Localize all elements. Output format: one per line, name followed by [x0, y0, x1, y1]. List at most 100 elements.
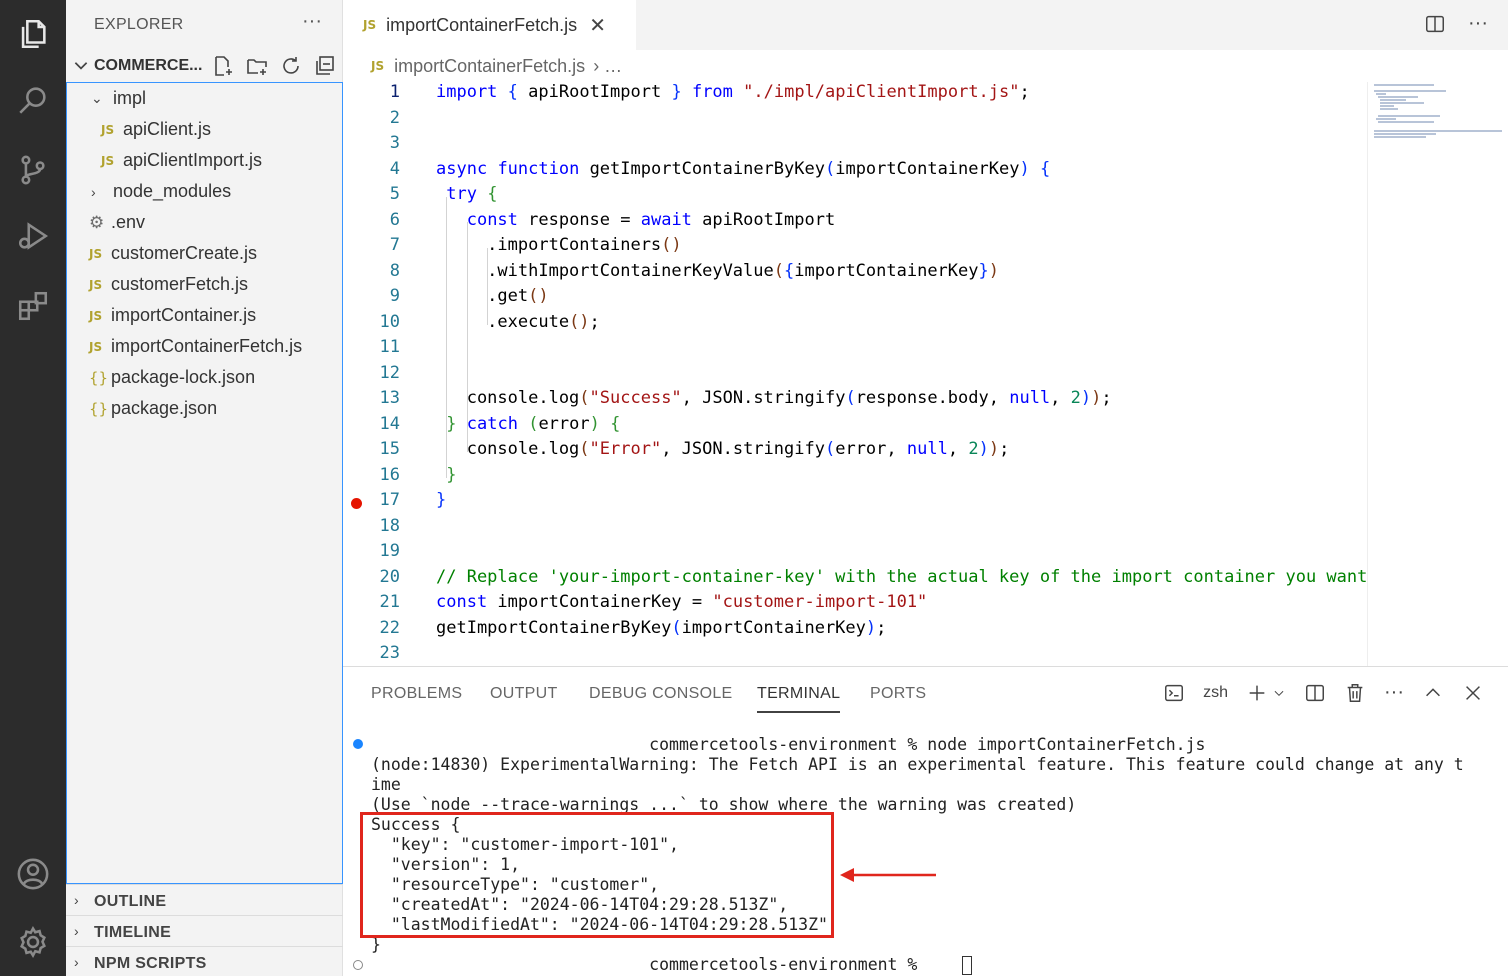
new-file-icon[interactable] — [211, 54, 235, 78]
search-icon[interactable] — [13, 80, 53, 120]
tree-item-apiclientimport[interactable]: JS apiClientImport.js — [67, 145, 342, 176]
tree-folder-impl[interactable]: ⌄ impl — [67, 83, 342, 114]
terminal-prompt[interactable]: commercetools-environment % — [371, 955, 1491, 975]
collapse-all-icon[interactable] — [313, 54, 337, 78]
more-actions-icon[interactable]: ··· — [1384, 681, 1404, 704]
activity-bar — [0, 0, 66, 976]
code-line: 22 getImportContainerByKey(importContaine… — [379, 617, 887, 638]
file-tree: ⌄ impl JS apiClient.js JS apiClientImpor… — [66, 82, 343, 884]
tab-output[interactable]: OUTPUT — [490, 685, 558, 703]
js-file-icon: JS — [89, 277, 103, 292]
code-line: 7 .importContainers() — [389, 235, 682, 255]
run-debug-icon[interactable] — [13, 216, 53, 256]
tree-item-package-lock[interactable]: {} package-lock.json — [67, 362, 342, 393]
shell-label[interactable]: zsh — [1203, 684, 1228, 702]
editor-tab-bar: JS importContainerFetch.js ✕ ··· — [343, 0, 1508, 50]
tree-item-label: package-lock.json — [111, 367, 256, 387]
code-line: 19 — [379, 541, 400, 561]
new-terminal-icon[interactable] — [1246, 682, 1268, 704]
tree-item-customercreate[interactable]: JS customerCreate.js — [67, 238, 342, 269]
code-line: 21 const importContainerKey = "customer-i… — [379, 592, 928, 612]
trash-icon[interactable] — [1344, 682, 1366, 704]
extensions-icon[interactable] — [13, 286, 53, 326]
workspace-folder-header[interactable]: COMMERCE... — [66, 50, 343, 82]
settings-file-icon: ⚙ — [89, 212, 105, 233]
code-line: 3 — [389, 133, 400, 153]
close-icon[interactable]: ✕ — [589, 13, 606, 38]
split-terminal-icon[interactable] — [1304, 682, 1326, 704]
terminal-line: ime — [371, 775, 401, 794]
code-line: 6 const response = await apiRootImport — [389, 209, 836, 230]
timeline-section[interactable]: › TIMELINE — [66, 915, 343, 946]
chevron-right-icon: › — [74, 923, 79, 939]
tree-item-label: customerFetch.js — [111, 274, 249, 294]
code-line: 1 import { apiRootImport } from "./impl/a… — [389, 82, 1030, 102]
command-pending-dot-icon — [353, 960, 363, 970]
js-file-icon: JS — [89, 308, 103, 323]
explorer-more-icon[interactable]: ··· — [302, 10, 322, 33]
new-folder-icon[interactable] — [245, 54, 269, 78]
explorer-title: EXPLORER — [94, 16, 184, 33]
code-line: 17} — [343, 490, 1367, 516]
chevron-up-icon[interactable] — [1422, 682, 1444, 704]
tree-item-importcontainerfetch[interactable]: JS importContainerFetch.js — [67, 331, 342, 362]
refresh-icon[interactable] — [279, 54, 303, 78]
outline-section[interactable]: › OUTLINE — [66, 884, 343, 915]
chevron-right-icon: › — [91, 183, 96, 200]
chevron-down-icon[interactable] — [1272, 682, 1286, 704]
breadcrumb-file[interactable]: importContainerFetch.js — [394, 56, 585, 77]
code-line: 13 console.log("Success", JSON.stringify… — [379, 388, 1112, 408]
js-file-icon: JS — [371, 59, 385, 73]
highlight-box — [360, 812, 834, 938]
tab-terminal[interactable]: TERMINAL — [757, 685, 841, 713]
chevron-right-icon: › — [74, 954, 79, 970]
tree-item-apiclient[interactable]: JS apiClient.js — [67, 114, 342, 145]
tree-item-label: impl — [113, 88, 147, 108]
code-line: 14 } catch (error) { — [379, 413, 621, 434]
code-line: 12 — [379, 362, 400, 383]
tree-item-importcontainer[interactable]: JS importContainer.js — [67, 300, 342, 331]
code-editor[interactable]: 1 import { apiRootImport } from "./impl/a… — [343, 82, 1367, 666]
tab-importcontainerfetch[interactable]: JS importContainerFetch.js ✕ — [343, 0, 636, 50]
tab-debug-console[interactable]: DEBUG CONSOLE — [589, 685, 733, 703]
js-file-icon: JS — [89, 339, 103, 354]
explorer-sidebar: EXPLORER ··· COMMERCE... ⌄ impl JS apiCl… — [66, 0, 343, 976]
tree-item-label: apiClient.js — [123, 119, 212, 139]
more-actions-icon[interactable]: ··· — [1468, 12, 1488, 35]
code-line: 10 .execute(); — [379, 311, 600, 332]
tree-item-label: package.json — [111, 398, 218, 418]
close-icon[interactable] — [1462, 682, 1484, 704]
js-file-icon: JS — [363, 18, 377, 32]
js-file-icon: JS — [89, 246, 103, 261]
js-file-icon: JS — [101, 153, 115, 168]
terminal-icon[interactable] — [1163, 682, 1185, 704]
tree-item-package[interactable]: {} package.json — [67, 393, 342, 424]
tree-item-label: importContainer.js — [111, 305, 257, 325]
tree-item-env[interactable]: ⚙ .env — [67, 207, 342, 238]
settings-gear-icon[interactable] — [13, 922, 53, 962]
breadcrumb-rest[interactable]: › … — [593, 56, 622, 77]
code-line: 8 .withImportContainerKeyValue({importCo… — [389, 260, 999, 281]
split-editor-icon[interactable] — [1424, 13, 1446, 35]
code-line: 4 async function getImportContainerByKey(… — [389, 158, 1051, 179]
code-line: 15 console.log("Error", JSON.stringify(e… — [379, 439, 1010, 459]
arrow-left-icon — [840, 868, 936, 882]
npm-scripts-section[interactable]: › NPM SCRIPTS — [66, 946, 343, 976]
json-file-icon: {} — [89, 368, 109, 387]
terminal-line: } — [371, 935, 381, 954]
account-icon[interactable] — [13, 854, 53, 894]
code-line: 18 — [379, 515, 400, 536]
tree-folder-node-modules[interactable]: › node_modules — [67, 176, 342, 207]
terminal-line: commercetools-environment % node importC… — [371, 735, 1206, 754]
code-line: 23 — [379, 643, 400, 663]
code-line: 2 — [389, 107, 400, 128]
command-success-dot-icon — [353, 739, 363, 749]
tab-ports[interactable]: PORTS — [870, 685, 926, 703]
source-control-icon[interactable] — [13, 150, 53, 190]
explorer-icon[interactable] — [13, 14, 53, 54]
minimap[interactable] — [1367, 82, 1508, 666]
workspace-folder-name: COMMERCE... — [94, 57, 203, 74]
tree-item-label: customerCreate.js — [111, 243, 258, 263]
tree-item-customerfetch[interactable]: JS customerFetch.js — [67, 269, 342, 300]
tab-problems[interactable]: PROBLEMS — [371, 685, 462, 703]
